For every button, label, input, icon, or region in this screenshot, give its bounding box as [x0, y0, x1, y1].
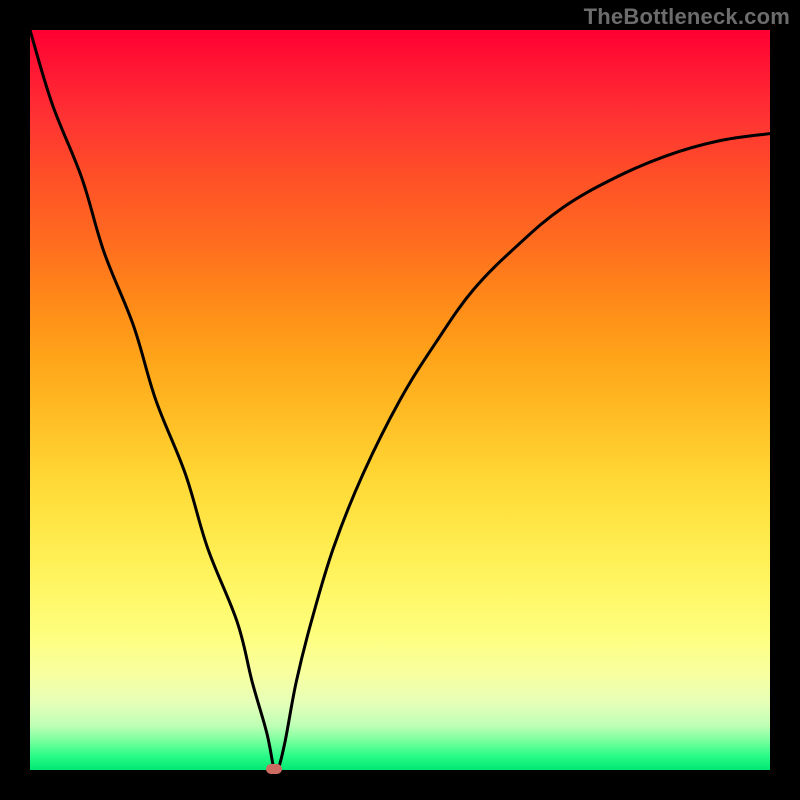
- watermark-text: TheBottleneck.com: [584, 4, 790, 30]
- chart-frame: TheBottleneck.com: [0, 0, 800, 800]
- plot-area: [30, 30, 770, 770]
- bottleneck-curve: [30, 30, 770, 770]
- minimum-marker: [266, 764, 282, 774]
- curve-svg: [30, 30, 770, 770]
